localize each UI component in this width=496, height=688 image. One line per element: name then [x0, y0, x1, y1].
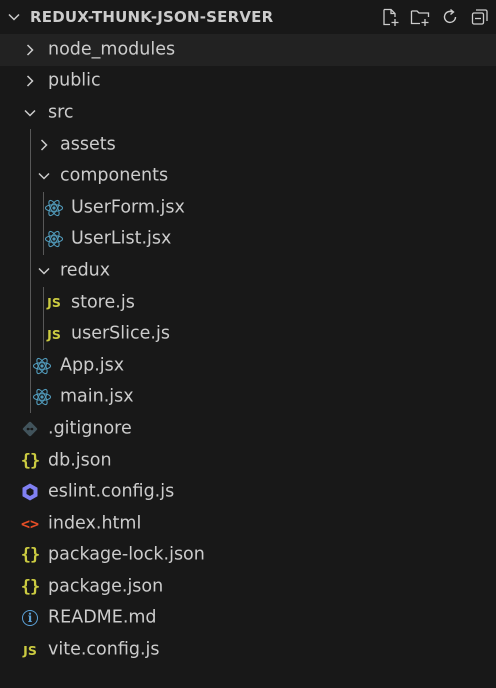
new-folder-button[interactable] — [408, 5, 432, 29]
tree-item-label: eslint.config.js — [48, 481, 175, 502]
tree-item-label: UserList.jsx — [71, 228, 172, 249]
tree-file-userlist-jsx[interactable]: UserList.jsx — [0, 224, 496, 256]
tree-item-label: README.md — [48, 608, 157, 629]
file-explorer: REDUX-THUNK-JSON-SERVER node_modules pub… — [0, 0, 496, 688]
tree-file-main-jsx[interactable]: main.jsx — [0, 382, 496, 414]
chevron-down-icon[interactable] — [6, 9, 22, 25]
react-icon — [32, 387, 52, 407]
tree-item-label: assets — [60, 134, 116, 155]
chevron-right-icon — [34, 135, 54, 155]
chevron-down-icon — [20, 103, 40, 123]
json-icon: {} — [20, 545, 40, 566]
tree-folder-node-modules[interactable]: node_modules — [0, 34, 496, 66]
refresh-button[interactable] — [438, 5, 462, 29]
javascript-icon: JS — [47, 295, 61, 311]
tree-file-readme-md[interactable]: i README.md — [0, 603, 496, 635]
chevron-right-icon — [20, 40, 40, 60]
json-icon: {} — [20, 450, 40, 471]
tree-item-label: App.jsx — [60, 355, 125, 376]
json-icon: {} — [20, 576, 40, 597]
tree-item-label: vite.config.js — [48, 639, 160, 660]
tree-item-label: src — [48, 102, 74, 123]
tree-item-label: db.json — [48, 450, 112, 471]
tree-file-vite-config-js[interactable]: JS vite.config.js — [0, 634, 496, 666]
info-icon: i — [20, 608, 40, 628]
tree-folder-src[interactable]: src — [0, 97, 496, 129]
tree-item-label: userSlice.js — [71, 323, 170, 344]
javascript-icon: JS — [23, 642, 37, 658]
tree-folder-redux[interactable]: redux — [0, 255, 496, 287]
tree-file-db-json[interactable]: {} db.json — [0, 445, 496, 477]
tree-item-label: public — [48, 70, 101, 91]
new-file-icon — [383, 8, 399, 26]
tree-file-userslice-js[interactable]: JS userSlice.js — [0, 318, 496, 350]
react-icon — [44, 198, 64, 218]
tree-item-label: package-lock.json — [48, 544, 205, 565]
tree-folder-assets[interactable]: assets — [0, 129, 496, 161]
chevron-down-icon — [34, 261, 54, 281]
html-icon: <> — [20, 514, 40, 533]
react-icon — [32, 356, 52, 376]
tree-file-package-lock-json[interactable]: {} package-lock.json — [0, 540, 496, 572]
react-icon — [44, 229, 64, 249]
tree-item-label: package.json — [48, 576, 164, 597]
refresh-icon — [443, 8, 457, 24]
tree-item-label: redux — [60, 260, 111, 281]
tree-file-userform-jsx[interactable]: UserForm.jsx — [0, 192, 496, 224]
tree-file-index-html[interactable]: <> index.html — [0, 508, 496, 540]
tree-file-eslint-config-js[interactable]: eslint.config.js — [0, 476, 496, 508]
chevron-right-icon — [20, 71, 40, 91]
tree-folder-components[interactable]: components — [0, 160, 496, 192]
collapse-all-button[interactable] — [468, 5, 492, 29]
tree-file-gitignore[interactable]: .gitignore — [0, 413, 496, 445]
tree-file-store-js[interactable]: JS store.js — [0, 287, 496, 319]
explorer-header[interactable]: REDUX-THUNK-JSON-SERVER — [0, 0, 496, 34]
eslint-icon — [20, 482, 40, 502]
new-file-button[interactable] — [378, 5, 402, 29]
javascript-icon: JS — [47, 326, 61, 342]
git-icon — [20, 419, 40, 439]
file-tree: node_modules public src assets component… — [0, 34, 496, 666]
tree-item-label: UserForm.jsx — [71, 197, 185, 218]
tree-file-package-json[interactable]: {} package.json — [0, 571, 496, 603]
tree-item-label: main.jsx — [60, 386, 134, 407]
new-folder-icon — [410, 10, 430, 26]
chevron-down-icon — [34, 166, 54, 186]
tree-item-label: components — [60, 165, 169, 186]
tree-item-label: index.html — [48, 513, 142, 534]
tree-item-label: store.js — [71, 292, 135, 313]
collapse-all-icon — [471, 9, 488, 25]
tree-item-label: node_modules — [48, 39, 176, 60]
explorer-title: REDUX-THUNK-JSON-SERVER — [30, 8, 274, 26]
tree-file-app-jsx[interactable]: App.jsx — [0, 350, 496, 382]
tree-folder-public[interactable]: public — [0, 66, 496, 98]
tree-item-label: .gitignore — [48, 418, 132, 439]
explorer-actions — [378, 5, 492, 29]
